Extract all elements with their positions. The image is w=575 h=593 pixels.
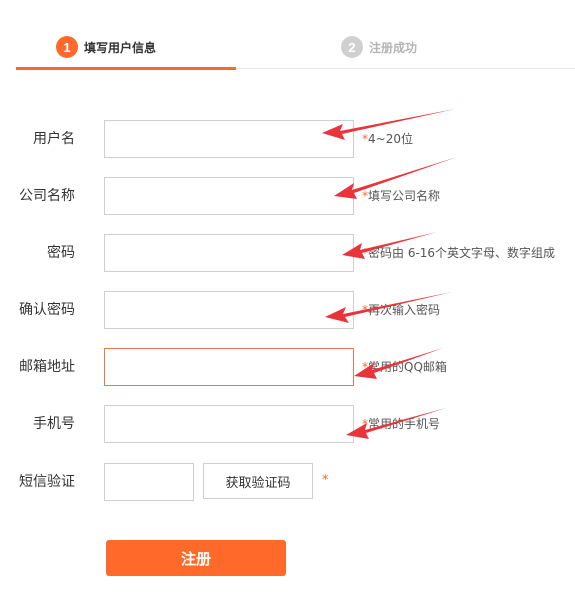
email-label: 邮箱地址: [19, 359, 75, 375]
step-number-2: 2: [341, 36, 363, 58]
sms-code-input[interactable]: [104, 463, 194, 501]
confirm-password-label: 确认密码: [19, 302, 75, 318]
email-input[interactable]: [104, 348, 354, 386]
form-row-username: 用户名 *4~20位: [0, 120, 575, 158]
sms-label: 短信验证: [19, 474, 75, 490]
step-register-success: 2 注册成功: [341, 35, 417, 59]
confirm-password-hint: *再次输入密码: [362, 303, 441, 317]
form-row-email: 邮箱地址 *常用的QQ邮箱: [0, 348, 575, 386]
phone-label: 手机号: [33, 416, 75, 432]
username-hint: *4~20位: [362, 132, 413, 146]
step-label-2: 注册成功: [369, 40, 418, 55]
form-row-phone: 手机号 *常用的手机号: [0, 405, 575, 443]
steps-bar: 1 填写用户信息 2 注册成功: [0, 0, 575, 70]
email-hint: *常用的QQ邮箱: [362, 360, 447, 374]
step-label-1: 填写用户信息: [84, 40, 157, 55]
form-row-password: 密码 *密码由 6-16个英文字母、数字组成: [0, 234, 575, 272]
phone-input[interactable]: [104, 405, 354, 443]
form-row-confirm-password: 确认密码 *再次输入密码: [0, 291, 575, 329]
sms-required-star: *: [322, 473, 329, 488]
register-button[interactable]: 注册: [106, 540, 286, 576]
password-label: 密码: [47, 245, 75, 261]
username-input[interactable]: [104, 120, 354, 158]
password-input[interactable]: [104, 234, 354, 272]
company-label: 公司名称: [19, 188, 75, 204]
company-hint: *填写公司名称: [362, 189, 441, 203]
confirm-password-input[interactable]: [104, 291, 354, 329]
get-code-button[interactable]: 获取验证码: [203, 463, 313, 499]
password-hint: *密码由 6-16个英文字母、数字组成: [362, 246, 556, 260]
phone-hint: *常用的手机号: [362, 417, 441, 431]
form-row-sms: 短信验证 获取验证码 *: [0, 463, 575, 501]
register-page: 1 填写用户信息 2 注册成功 用户名 *4~20位 公司名称 *填写公司名称 …: [0, 0, 575, 593]
step-fill-user-info: 1 填写用户信息: [56, 35, 156, 59]
form-row-company: 公司名称 *填写公司名称: [0, 177, 575, 215]
step-number-1: 1: [56, 36, 78, 58]
steps-active-indicator: [16, 67, 236, 70]
username-label: 用户名: [33, 131, 75, 147]
company-input[interactable]: [104, 177, 354, 215]
